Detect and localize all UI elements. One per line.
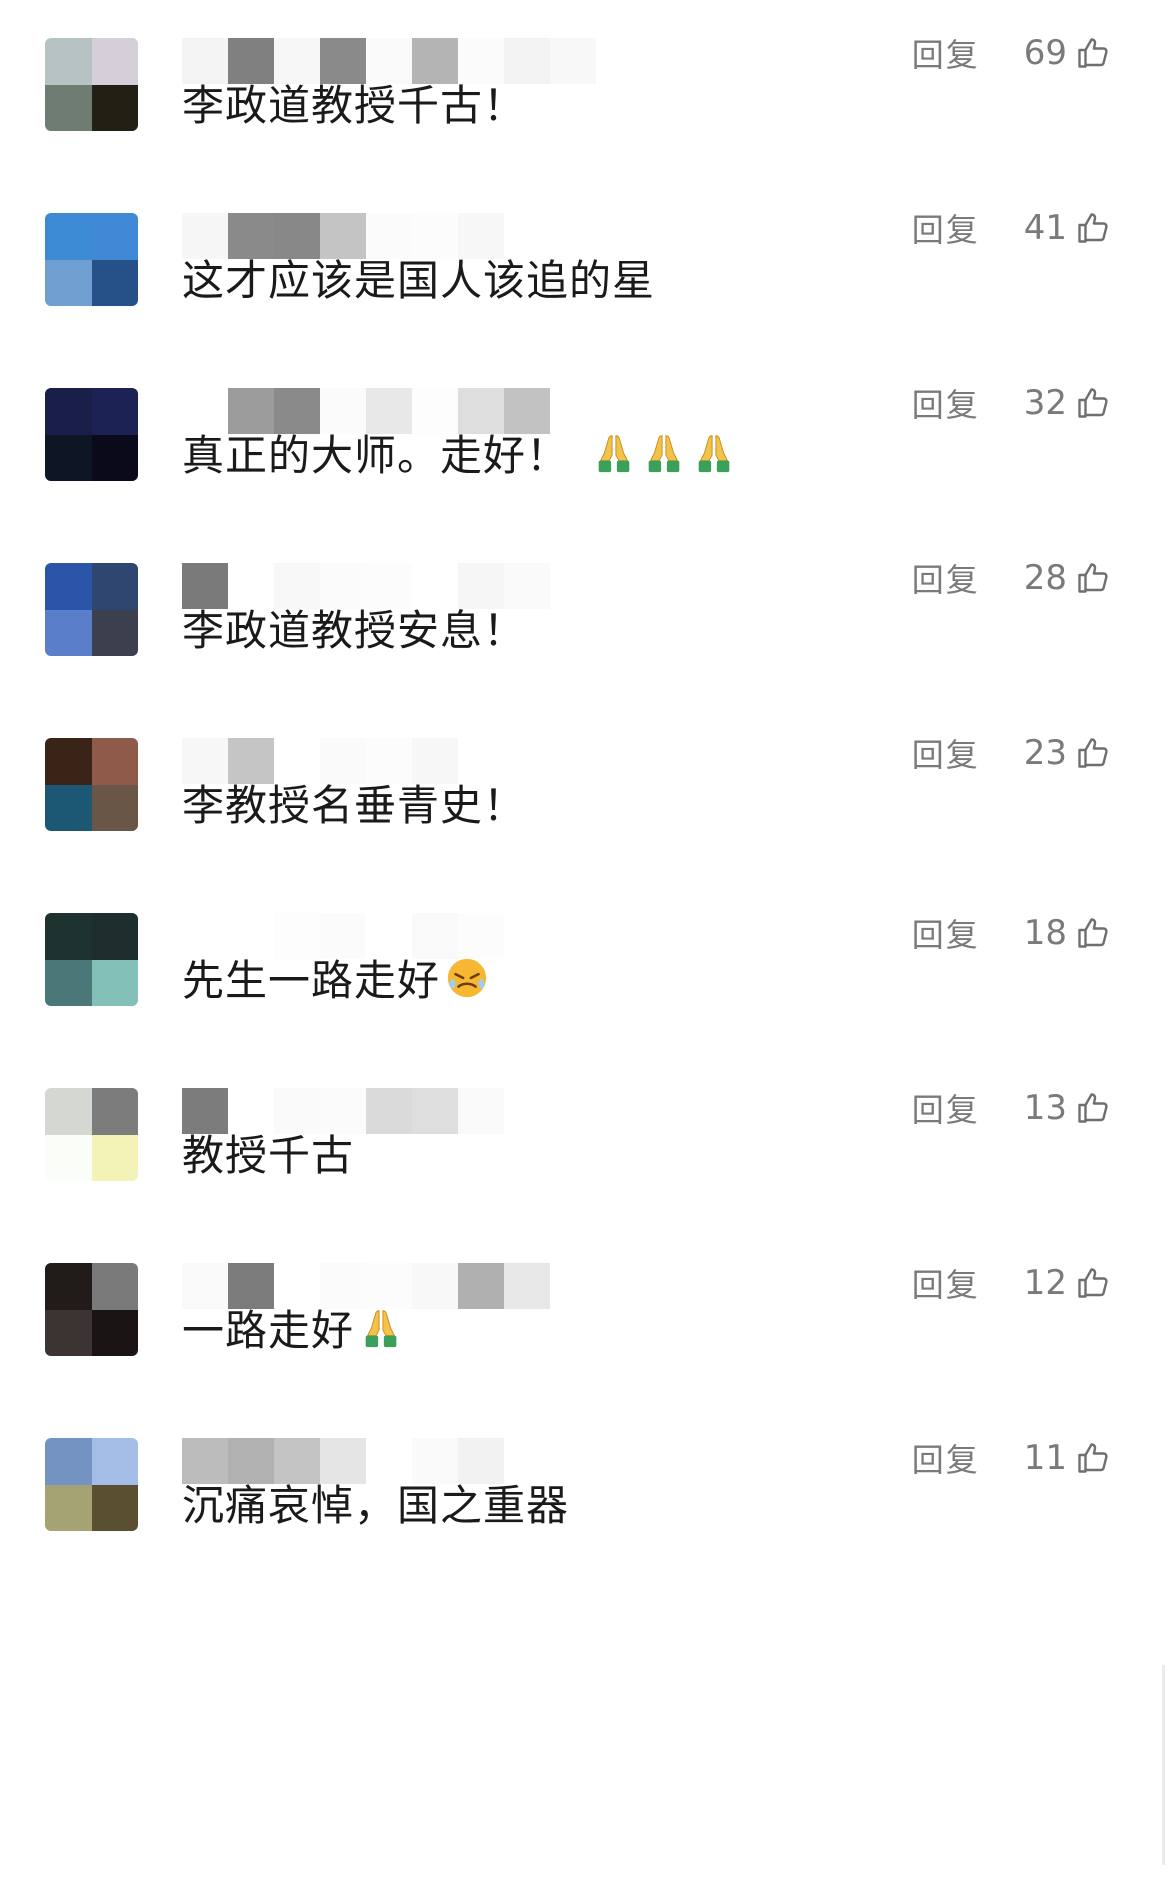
- avatar[interactable]: [45, 1263, 138, 1356]
- comment-text: 真正的大师。走好！: [182, 428, 737, 484]
- comment-text: 先生一路走好: [182, 953, 490, 1009]
- comment-actions: 回复 18: [912, 908, 1111, 958]
- like-count: 41: [1023, 208, 1067, 248]
- tears-face-emoji-icon: [444, 955, 490, 1001]
- comment-text-content: 真正的大师。走好！: [182, 431, 570, 480]
- comment-text-content: 李政道教授千古！: [182, 81, 527, 130]
- thumbs-up-icon[interactable]: [1075, 735, 1111, 771]
- thumbs-up-icon[interactable]: [1075, 1090, 1111, 1126]
- avatar[interactable]: [45, 1088, 138, 1181]
- like-count: 11: [1023, 1438, 1067, 1478]
- folded-hands-emoji-icon: [641, 430, 687, 476]
- like-count: 28: [1023, 558, 1067, 598]
- comment-item: 沉痛哀悼，国之重器 回复 11: [0, 1400, 1169, 1610]
- folded-hands-emoji-icon: [691, 430, 737, 476]
- avatar[interactable]: [45, 1438, 138, 1531]
- comment-text-content: 这才应该是国人该追的星: [182, 256, 656, 305]
- folded-hands-emoji-icon: [591, 430, 637, 476]
- reply-button[interactable]: 回复: [912, 1435, 980, 1481]
- like-count: 18: [1023, 913, 1067, 953]
- avatar[interactable]: [45, 913, 138, 1006]
- avatar[interactable]: [45, 738, 138, 831]
- comment-actions: 回复 41: [912, 203, 1111, 253]
- comment-text: 这才应该是国人该追的星: [182, 253, 655, 309]
- comment-text: 沉痛哀悼，国之重器: [182, 1478, 569, 1534]
- thumbs-up-icon[interactable]: [1075, 560, 1111, 596]
- avatar[interactable]: [45, 213, 138, 306]
- thumbs-up-icon[interactable]: [1075, 1265, 1111, 1301]
- like-count: 13: [1023, 1088, 1067, 1128]
- comment-text: 李政道教授安息！: [182, 603, 526, 659]
- comment-text: 教授千古: [182, 1128, 354, 1184]
- comment-text-content: 先生一路走好: [182, 956, 441, 1005]
- avatar[interactable]: [45, 388, 138, 481]
- comment-text-content: 教授千古: [182, 1131, 355, 1180]
- reply-button[interactable]: 回复: [912, 380, 980, 426]
- folded-hands-emoji-icon: [358, 1305, 404, 1351]
- comment-text: 李教授名垂青史！: [182, 778, 526, 834]
- reply-button[interactable]: 回复: [912, 1260, 980, 1306]
- thumbs-up-icon[interactable]: [1075, 210, 1111, 246]
- comment-text: 李政道教授千古！: [182, 78, 526, 134]
- like-count: 12: [1023, 1263, 1067, 1303]
- comment-list: 李政道教授千古！ 回复 69 这才应该是国人该追的星 回复 41 真正的大师。走好！ 回复 32…: [0, 0, 1169, 1880]
- avatar[interactable]: [45, 38, 138, 131]
- comment-actions: 回复 13: [912, 1083, 1111, 1133]
- thumbs-up-icon[interactable]: [1075, 915, 1111, 951]
- avatar[interactable]: [45, 563, 138, 656]
- reply-button[interactable]: 回复: [912, 910, 980, 956]
- reply-button[interactable]: 回复: [912, 555, 980, 601]
- like-count: 69: [1023, 33, 1067, 73]
- thumbs-up-icon[interactable]: [1075, 385, 1111, 421]
- thumbs-up-icon[interactable]: [1075, 1440, 1111, 1476]
- thumbs-up-icon[interactable]: [1075, 35, 1111, 71]
- reply-button[interactable]: 回复: [912, 1085, 980, 1131]
- like-count: 32: [1023, 383, 1067, 423]
- comment-text-content: 沉痛哀悼，国之重器: [182, 1481, 570, 1530]
- comment-text-content: 李教授名垂青史！: [182, 781, 527, 830]
- comment-actions: 回复 11: [912, 1433, 1111, 1483]
- comment-text: 一路走好: [182, 1303, 404, 1359]
- scrollbar-track: [1162, 1665, 1165, 1865]
- comment-text-content: 李政道教授安息！: [182, 606, 527, 655]
- reply-button[interactable]: 回复: [912, 730, 980, 776]
- like-count: 23: [1023, 733, 1067, 773]
- comment-actions: 回复 28: [912, 553, 1111, 603]
- comment-actions: 回复 32: [912, 378, 1111, 428]
- comment-actions: 回复 12: [912, 1258, 1111, 1308]
- comment-actions: 回复 69: [912, 28, 1111, 78]
- comment-actions: 回复 23: [912, 728, 1111, 778]
- comment-text-content: 一路走好: [182, 1306, 355, 1355]
- reply-button[interactable]: 回复: [912, 30, 980, 76]
- reply-button[interactable]: 回复: [912, 205, 980, 251]
